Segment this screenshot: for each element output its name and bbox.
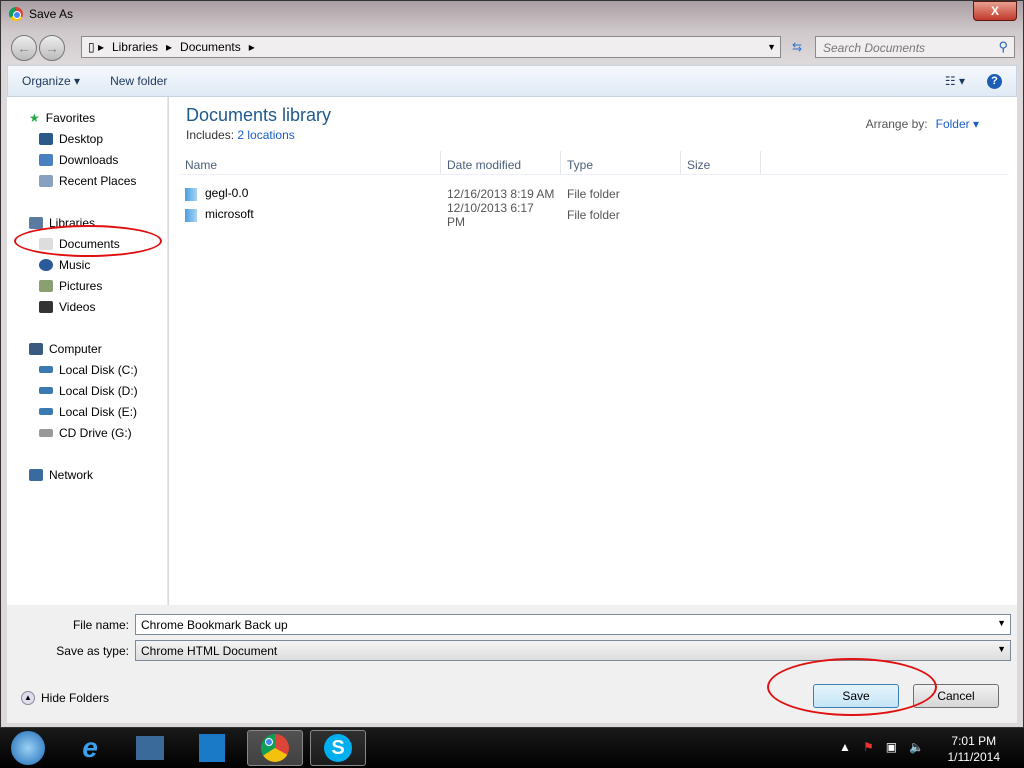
new-folder-button[interactable]: New folder [110,74,167,88]
media-player-icon[interactable] [184,730,240,766]
sidebar-item-local-disk-e[interactable]: Local Disk (E:) [7,401,167,422]
music-icon [39,258,53,271]
pictures-icon [39,279,53,292]
sidebar-item-recent-places[interactable]: Recent Places [7,170,167,191]
view-options-button[interactable]: ☷ ▾ [945,74,965,88]
internet-explorer-icon[interactable]: e [62,730,118,766]
desktop-icon [39,132,53,145]
library-includes: Includes: 2 locations [186,128,295,142]
arrange-by-dropdown[interactable]: Folder ▾ [936,117,979,131]
annotation-oval-save [767,658,937,716]
skype-icon[interactable]: S [310,730,366,766]
breadcrumb-documents[interactable]: Documents [180,40,241,54]
recent-places-icon [39,174,53,187]
cd-drive-icon [39,428,53,437]
library-title: Documents library [186,105,332,125]
sidebar-item-desktop[interactable]: Desktop [7,128,167,149]
clock[interactable]: 7:01 PM 1/11/2014 [948,733,1001,765]
libraries-icon [29,216,43,229]
file-row[interactable]: microsoft 12/10/2013 6:17 PM File folder [179,201,626,229]
search-icon[interactable]: ⚲ [998,39,1008,55]
downloads-icon [39,153,53,166]
sidebar-network[interactable]: Network [7,464,167,485]
column-size[interactable]: Size [681,151,761,174]
close-button[interactable]: X [973,1,1017,21]
sidebar-item-cd-drive-g[interactable]: CD Drive (G:) [7,422,167,443]
chevron-down-icon[interactable]: ▼ [767,42,776,52]
show-hidden-icons[interactable]: ▲ [839,740,851,754]
sidebar-favorites[interactable]: ★ Favorites [7,107,167,128]
folder-icon [185,187,197,201]
sidebar-item-local-disk-d[interactable]: Local Disk (D:) [7,380,167,401]
window-title: Save As [29,7,74,21]
taskbar: e S ▲ ⚑ ▣ 🔈 7:01 PM 1/11/2014 [0,728,1024,768]
chrome-taskbar-icon[interactable] [247,730,303,766]
save-as-type-label: Save as type: [56,644,129,658]
sidebar-item-downloads[interactable]: Downloads [7,149,167,170]
star-icon: ★ [29,110,40,125]
chevron-down-icon[interactable]: ▼ [997,618,1006,628]
sidebar-item-videos[interactable]: Videos [7,296,167,317]
sidebar-item-local-disk-c[interactable]: Local Disk (C:) [7,359,167,380]
system-tray: ▲ ⚑ ▣ 🔈 [839,740,924,754]
refresh-icon[interactable]: ⇆ [785,36,809,58]
forward-button[interactable]: → [39,35,65,61]
column-type[interactable]: Type [561,151,681,174]
save-as-type-select[interactable]: Chrome HTML Document ▼ [135,640,1011,661]
chrome-icon [9,7,23,21]
toolbar: Organize ▾ New folder ☷ ▾? [7,65,1017,97]
volume-icon[interactable]: 🔈 [909,740,924,754]
file-explorer-icon[interactable] [122,730,178,766]
computer-icon [29,342,43,355]
column-date-modified[interactable]: Date modified [441,151,561,174]
folder-icon: ▯ ▸ [88,40,104,54]
file-name-label: File name: [72,618,129,632]
chevron-up-icon: ▲ [21,691,35,705]
search-input[interactable]: Search Documents ⚲ [815,36,1015,58]
save-as-dialog: Save As X ← → ▯ ▸ Libraries ▸ Documents ▸ ▼… [0,0,1024,728]
locations-link[interactable]: 2 locations [237,128,294,142]
address-bar[interactable]: ▯ ▸ Libraries ▸ Documents ▸ ▼ [81,36,781,58]
network-icon [29,468,43,481]
help-icon[interactable]: ? [987,73,1002,89]
network-icon[interactable]: ▣ [886,740,897,754]
sidebar-computer[interactable]: Computer [7,338,167,359]
back-button[interactable]: ← [11,35,37,61]
column-headers: Name Date modified Type Size [179,151,1009,175]
action-center-icon[interactable]: ⚑ [863,740,874,754]
hide-folders-button[interactable]: ▲ Hide Folders [21,691,109,705]
disk-icon [39,408,53,415]
navigation-pane: ★ Favorites Desktop Downloads Recent Plac… [7,97,168,605]
column-name[interactable]: Name [179,151,441,174]
start-button[interactable] [0,730,56,766]
annotation-oval-documents [14,225,162,257]
organize-button[interactable]: Organize ▾ [22,74,80,88]
folder-icon [185,208,197,222]
file-list-pane: Documents library Includes: 2 locations … [169,97,1017,605]
videos-icon [39,300,53,313]
file-name-input[interactable]: Chrome Bookmark Back up ▼ [135,614,1011,635]
disk-icon [39,366,53,373]
arrange-by: Arrange by: Folder ▾ [865,117,979,131]
sidebar-item-pictures[interactable]: Pictures [7,275,167,296]
chevron-down-icon[interactable]: ▼ [997,644,1006,654]
disk-icon [39,387,53,394]
breadcrumb-libraries[interactable]: Libraries [112,40,158,54]
title-bar: Save As [9,7,73,21]
sidebar-item-music[interactable]: Music [7,254,167,275]
